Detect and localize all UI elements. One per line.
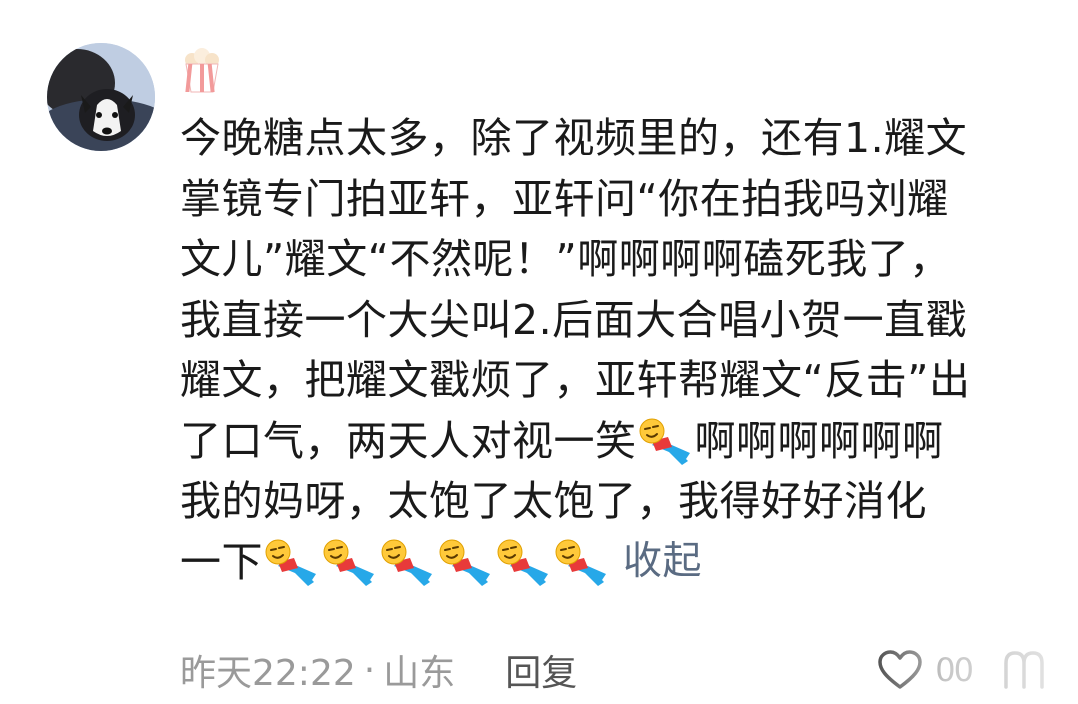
collapse-link[interactable]: 收起 xyxy=(623,532,702,593)
user-avatar[interactable] xyxy=(47,43,155,151)
comment-line: 我的妈呀，太饱了太饱了，我得好好消化 xyxy=(180,477,927,525)
lying-down-laughing-emoji xyxy=(264,536,320,588)
reply-button[interactable]: 回复 xyxy=(505,644,577,696)
lying-down-laughing-emoji xyxy=(322,536,378,588)
comment-line: 了口气，两天人对视一笑 啊啊啊啊啊啊 xyxy=(180,411,1030,472)
lying-down-laughing-emoji xyxy=(638,415,694,467)
lying-down-laughing-emoji xyxy=(496,536,552,588)
popcorn-icon xyxy=(180,48,224,94)
comment-text-segment: 一下 xyxy=(180,537,263,586)
comment-text-segment: 啊啊啊啊啊啊 xyxy=(694,416,944,465)
like-count: 00 xyxy=(935,651,974,689)
lying-down-laughing-emoji xyxy=(380,536,436,588)
comment-text: 今晚糖点太多，除了视频里的，还有1.耀文 掌镜专门拍亚轩，亚轩问“你在拍我吗刘耀… xyxy=(180,108,1030,592)
comment-text-segment: 了口气，两天人对视一笑 xyxy=(180,416,637,465)
lying-down-laughing-emoji xyxy=(438,536,494,588)
meta-separator: · xyxy=(363,649,376,691)
avatar-dog-image xyxy=(47,43,155,151)
comment-line: 文儿”耀文“不然呢！”啊啊啊啊磕死我了， xyxy=(180,235,951,283)
comment-actions: 00 xyxy=(877,640,1048,700)
comment-line: 掌镜专门拍亚轩，亚轩问“你在拍我吗刘耀 xyxy=(180,174,949,223)
more-icon[interactable] xyxy=(1002,649,1048,691)
comment-line: 耀文，把耀文戳烦了，亚轩帮耀文“反击”出 xyxy=(180,356,971,404)
heart-icon[interactable] xyxy=(877,649,923,691)
comment-line: 我直接一个大尖叫2.后面大合唱小贺一直戳 xyxy=(180,295,968,344)
comment-line: 一下 收起 xyxy=(180,532,1030,593)
lying-down-laughing-emoji xyxy=(554,536,610,588)
comment-location: 山东 xyxy=(383,653,456,694)
comment-line: 今晚糖点太多，除了视频里的，还有1.耀文 xyxy=(180,114,968,162)
comment-time: 昨天22:22 xyxy=(180,653,356,694)
